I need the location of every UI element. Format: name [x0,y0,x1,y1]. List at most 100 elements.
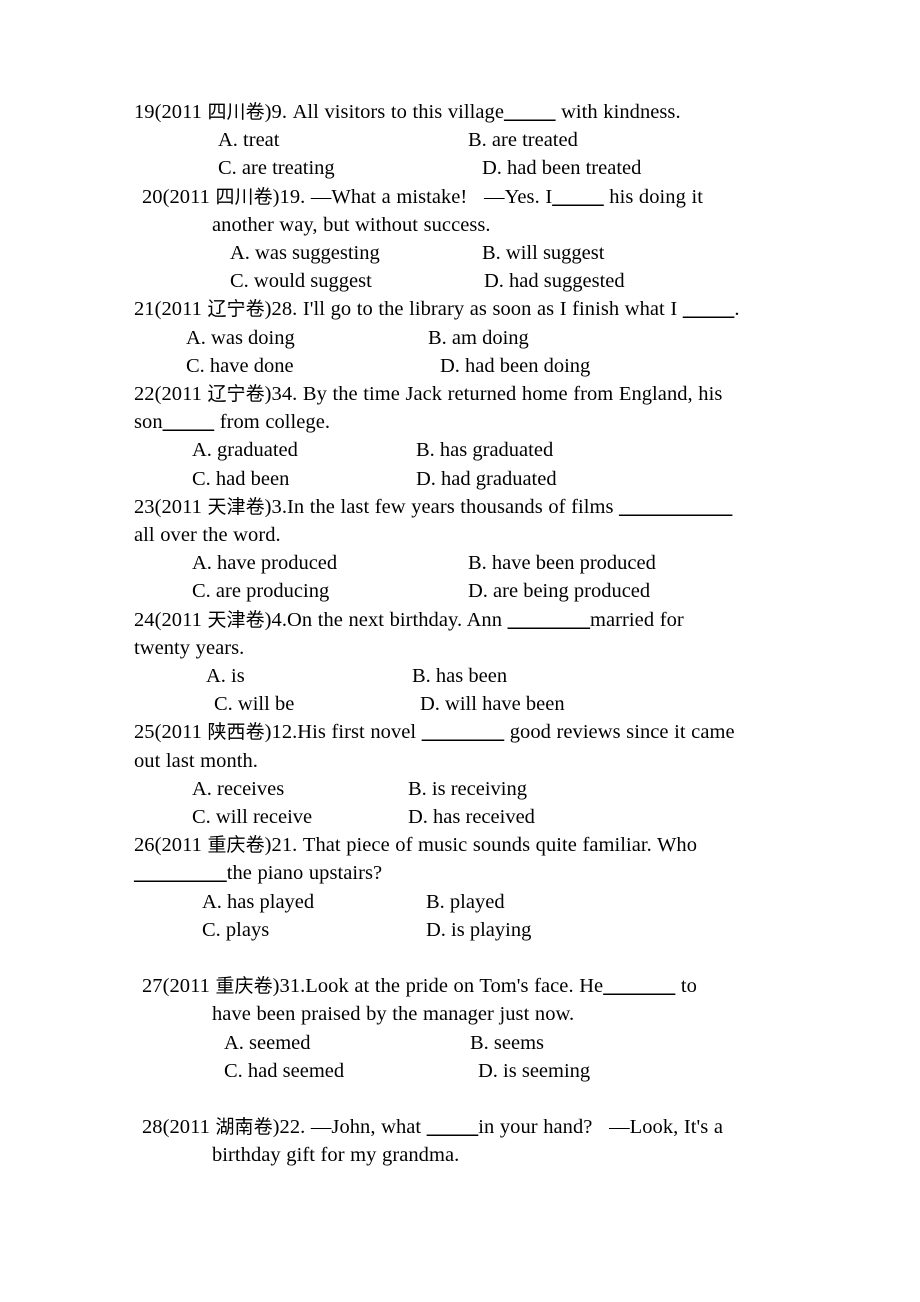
option-b[interactable]: B. seems [470,1029,544,1057]
question-stem-continuation: son_____ from college. [134,408,792,436]
option-b[interactable]: B. am doing [428,324,529,352]
option-c[interactable]: C. will be [214,690,294,718]
option-a[interactable]: A. have produced [192,549,337,577]
question-stem-continuation: twenty years. [134,634,792,662]
stem-text: )12.His first novel [264,721,422,744]
question-block: 25(2011 陕西卷)12.His first novel ________ … [134,718,792,831]
answer-blank[interactable]: _______ [603,975,675,997]
exam-source-label: 湖南卷 [215,1116,273,1139]
exam-source-label: 重庆卷 [215,975,273,998]
option-a[interactable]: A. was doing [186,324,295,352]
question-block: 28(2011 湖南卷)22. —John, what _____in your… [134,1113,792,1169]
option-a[interactable]: A. graduated [192,436,298,464]
question-stem-continuation: all over the word. [134,521,792,549]
option-b[interactable]: B. has been [412,662,507,690]
question-block: 20(2011 四川卷)19. —What a mistake! —Yes. I… [134,183,792,296]
option-c[interactable]: C. have done [186,352,294,380]
option-row: C. will be D. will have been [134,690,792,718]
option-d[interactable]: D. will have been [420,690,565,718]
question-block: 26(2011 重庆卷)21. That piece of music soun… [134,831,792,944]
option-b[interactable]: B. will suggest [482,239,604,267]
option-row: C. plays D. is playing [134,916,792,944]
answer-blank[interactable]: _____ [683,298,735,320]
question-stem: 22(2011 辽宁卷)34. By the time Jack returne… [134,380,792,408]
stem-text: 25(2011 [134,721,208,744]
option-a[interactable]: A. has played [202,888,314,916]
question-stem-continuation: _________the piano upstairs? [134,859,792,887]
option-a[interactable]: A. receives [192,775,284,803]
stem-text: )21. That piece of music sounds quite fa… [264,834,698,857]
option-c[interactable]: C. are treating [218,154,335,182]
option-b[interactable]: B. is receiving [408,775,527,803]
answer-blank[interactable]: ________ [508,609,590,631]
option-b[interactable]: B. have been produced [468,549,656,577]
option-row: A. graduated B. has graduated [134,436,792,464]
option-d[interactable]: D. are being produced [468,577,650,605]
option-row: A. is B. has been [134,662,792,690]
stem-text: have been praised by the manager just no… [212,1003,575,1026]
option-b[interactable]: B. are treated [468,126,578,154]
stem-text: 28(2011 [142,1116,216,1139]
option-d[interactable]: D. is seeming [478,1057,590,1085]
option-row: A. was suggesting B. will suggest [134,239,792,267]
stem-text: another way, but without success. [212,213,491,236]
stem-text: birthday gift for my grandma. [212,1144,460,1167]
option-d[interactable]: D. has received [408,803,535,831]
stem-text: his doing it [603,185,703,208]
option-a[interactable]: A. seemed [224,1029,311,1057]
question-stem: 27(2011 重庆卷)31.Look at the pride on Tom'… [134,972,792,1000]
option-b[interactable]: B. played [426,888,505,916]
option-row: A. seemed B. seems [134,1029,792,1057]
option-row: C. are producing D. are being produced [134,577,792,605]
option-d[interactable]: D. is playing [426,916,531,944]
stem-text: )9. All visitors to this village [264,101,504,123]
stem-text: 19(2011 [134,101,208,123]
option-c[interactable]: C. had seemed [224,1057,344,1085]
stem-text: 22(2011 [134,383,208,406]
answer-blank[interactable]: _____ [163,411,215,433]
answer-blank[interactable]: _____ [552,186,604,208]
stem-text: the piano upstairs? [226,862,383,885]
stem-text: )4.On the next birthday. Ann [264,608,508,631]
question-stem: 25(2011 陕西卷)12.His first novel ________ … [134,718,792,746]
option-c[interactable]: C. plays [202,916,269,944]
option-row: C. are treating D. had been treated [134,154,792,182]
exam-source-label: 辽宁卷 [207,298,265,321]
answer-blank[interactable]: _____ [427,1116,479,1138]
question-stem-continuation: have been praised by the manager just no… [134,1000,792,1028]
stem-text: 21(2011 [134,298,208,321]
option-c[interactable]: C. are producing [192,577,329,605]
question-stem-continuation: birthday gift for my grandma. [134,1141,792,1169]
question-stem: 23(2011 天津卷)3.In the last few years thou… [134,493,792,521]
answer-blank[interactable]: ___________ [619,496,732,518]
stem-text: )19. —What a mistake! —Yes. I [272,185,553,208]
option-c[interactable]: C. will receive [192,803,312,831]
option-row: A. treat B. are treated [134,126,792,154]
option-d[interactable]: D. had been treated [482,154,641,182]
stem-text: 24(2011 [134,608,208,631]
option-c[interactable]: C. would suggest [230,267,372,295]
question-stem-continuation: out last month. [134,747,792,775]
option-a[interactable]: A. was suggesting [230,239,380,267]
option-d[interactable]: D. had suggested [484,267,625,295]
option-d[interactable]: D. had graduated [416,465,557,493]
option-a[interactable]: A. is [206,662,245,690]
stem-text: )28. I'll go to the library as soon as I… [264,298,683,321]
stem-text: married for [590,608,684,631]
exam-source-label: 四川卷 [215,185,273,208]
option-row: A. was doing B. am doing [134,324,792,352]
option-d[interactable]: D. had been doing [440,352,590,380]
answer-blank[interactable]: ________ [422,721,504,743]
stem-text: to [675,975,697,998]
stem-text: twenty years. [134,636,245,659]
answer-blank[interactable]: _________ [134,862,227,884]
answer-blank[interactable]: _____ [504,101,556,123]
stem-text: . [734,298,740,321]
option-c[interactable]: C. had been [192,465,289,493]
option-a[interactable]: A. treat [218,126,279,154]
option-b[interactable]: B. has graduated [416,436,553,464]
stem-text: good reviews since it came [504,721,735,744]
option-row: C. had been D. had graduated [134,465,792,493]
stem-text: )31.Look at the pride on Tom's face. He [272,975,604,998]
